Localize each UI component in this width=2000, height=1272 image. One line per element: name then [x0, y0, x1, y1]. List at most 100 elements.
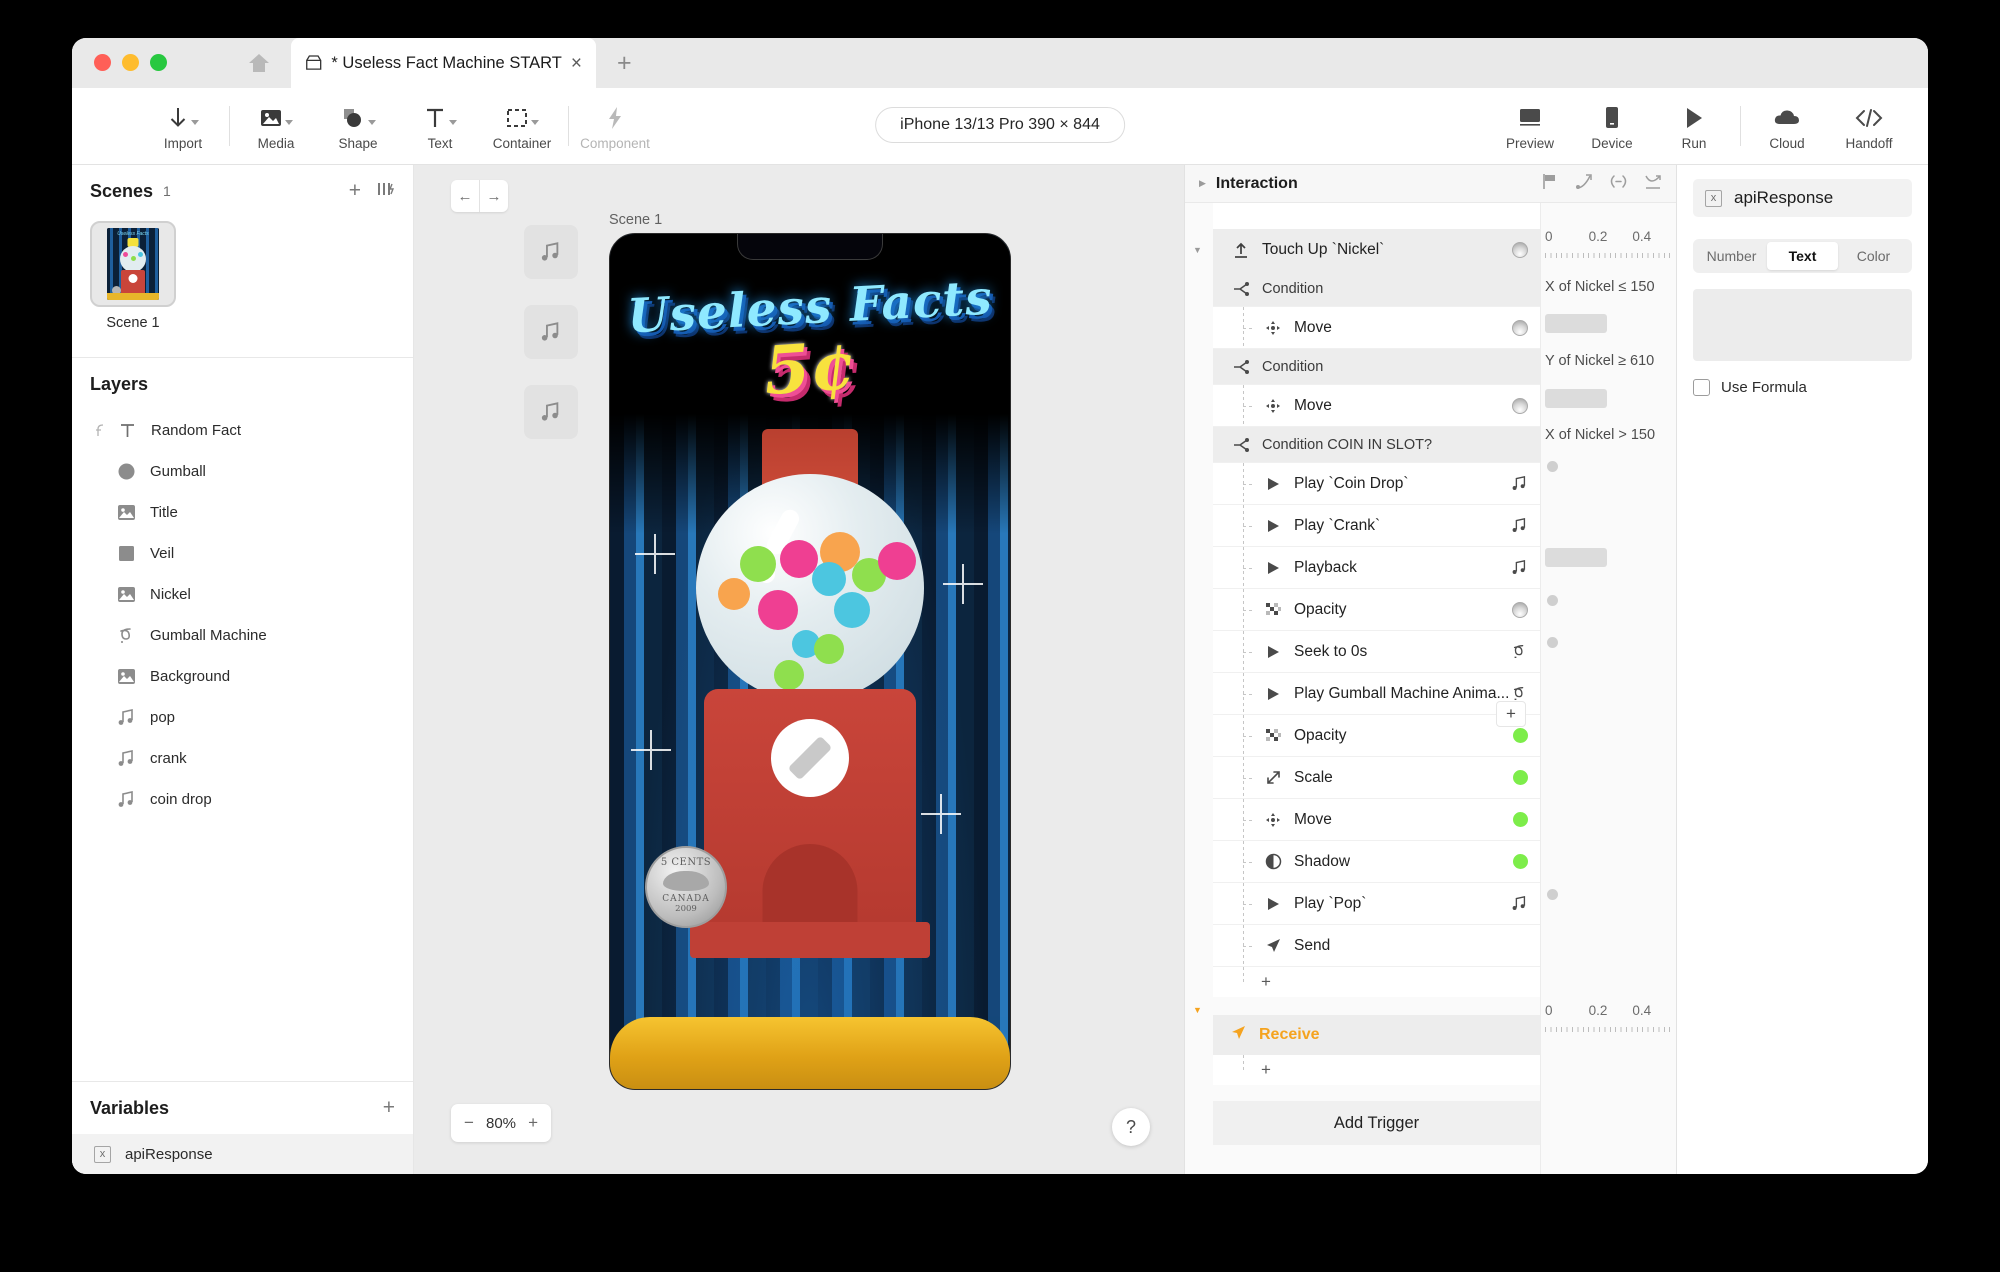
tab-number[interactable]: Number	[1696, 242, 1767, 270]
zoom-in-button[interactable]: +	[528, 1113, 538, 1133]
chevron-right-icon[interactable]: ▶	[1199, 178, 1206, 189]
action-row-opacity-2[interactable]: + Opacity	[1213, 715, 1540, 757]
preview-button[interactable]: Preview	[1489, 88, 1571, 165]
help-button[interactable]: ?	[1112, 1108, 1150, 1146]
timeline-value-bar[interactable]	[1545, 314, 1607, 333]
add-trigger-button[interactable]: Add Trigger	[1213, 1101, 1540, 1145]
timeline-dot[interactable]	[1547, 595, 1558, 606]
action-row-play-gumball-animation[interactable]: Play Gumball Machine Anima...	[1213, 673, 1540, 715]
linked-green-dot[interactable]	[1513, 812, 1528, 827]
layer-row[interactable]: Veil	[72, 533, 413, 574]
layer-row[interactable]: pop	[72, 697, 413, 738]
canvas-area[interactable]: ← → Scene 1 Useless F	[414, 165, 1184, 1174]
easing-sphere-icon[interactable]	[1512, 320, 1528, 336]
layer-row[interactable]: crank	[72, 738, 413, 779]
scene-item[interactable]: Useless Facts Scene 1	[90, 221, 176, 331]
action-row-seek[interactable]: Seek to 0s	[1213, 631, 1540, 673]
timeline-value-bar[interactable]	[1545, 548, 1607, 567]
linked-green-dot[interactable]	[1513, 728, 1528, 743]
layer-row[interactable]: Background	[72, 656, 413, 697]
action-row-send[interactable]: Send	[1213, 925, 1540, 967]
new-tab-button[interactable]: +	[617, 51, 632, 76]
receive-add-plus[interactable]: +	[1261, 1060, 1271, 1080]
receive-trigger-row[interactable]: Receive	[1213, 1015, 1540, 1055]
add-action-button[interactable]: +	[1496, 701, 1526, 727]
action-row-opacity[interactable]: Opacity	[1213, 589, 1540, 631]
layer-row[interactable]: Gumball	[72, 451, 413, 492]
linked-green-dot[interactable]	[1513, 854, 1528, 869]
layer-row[interactable]: coin drop	[72, 779, 413, 820]
tab-color[interactable]: Color	[1838, 242, 1909, 270]
layer-row[interactable]: Random Fact	[72, 410, 413, 451]
action-row-move-2[interactable]: Move	[1213, 799, 1540, 841]
easing-curve-icon[interactable]	[1575, 173, 1592, 195]
media-button[interactable]: Media	[235, 88, 317, 165]
timeline-dot[interactable]	[1547, 461, 1558, 472]
trigger-row-touch-up-nickel[interactable]: Touch Up `Nickel`	[1213, 229, 1540, 271]
collapse-receive-arrow[interactable]: ▼	[1193, 1005, 1202, 1015]
variable-value-input[interactable]	[1693, 289, 1912, 361]
flag-icon[interactable]	[1541, 173, 1558, 195]
home-icon[interactable]	[247, 52, 271, 74]
linked-green-dot[interactable]	[1513, 770, 1528, 785]
shape-button[interactable]: Shape	[317, 88, 399, 165]
maximize-window-button[interactable]	[150, 54, 167, 71]
add-action-row[interactable]: +	[1213, 967, 1540, 997]
layer-row[interactable]: Title	[72, 492, 413, 533]
layer-row[interactable]: Gumball Machine	[72, 615, 413, 656]
columns-icon[interactable]	[377, 181, 395, 202]
close-window-button[interactable]	[94, 54, 111, 71]
nav-back-button[interactable]: ←	[451, 180, 480, 212]
timeline-value-bar[interactable]	[1545, 389, 1607, 408]
nav-forward-button[interactable]: →	[480, 180, 508, 212]
easing-sphere-icon[interactable]	[1512, 398, 1528, 414]
loop-icon[interactable]	[1609, 173, 1628, 195]
layer-row[interactable]: Nickel	[72, 574, 413, 615]
condition-row[interactable]: Condition	[1213, 271, 1540, 307]
audio-tile[interactable]	[524, 385, 578, 439]
add-variable-button[interactable]: +	[383, 1096, 395, 1120]
component-button[interactable]: Component	[574, 88, 656, 165]
audio-tile[interactable]	[524, 305, 578, 359]
easing-sphere-icon[interactable]	[1512, 242, 1528, 258]
variable-row[interactable]: x apiResponse	[72, 1134, 413, 1174]
action-row-scale[interactable]: Scale	[1213, 757, 1540, 799]
action-row-move[interactable]: Move	[1213, 307, 1540, 349]
container-button[interactable]: Container	[481, 88, 563, 165]
easing-sphere-icon[interactable]	[1512, 602, 1528, 618]
document-tab[interactable]: * Useless Fact Machine START ×	[291, 38, 596, 88]
action-row-shadow[interactable]: Shadow	[1213, 841, 1540, 883]
ease-out-icon[interactable]	[1645, 173, 1662, 195]
action-row-playback[interactable]: Playback	[1213, 547, 1540, 589]
use-formula-row[interactable]: Use Formula	[1693, 379, 1912, 396]
condition-row-coin-in-slot[interactable]: Condition COIN IN SLOT?	[1213, 427, 1540, 463]
receive-timeline-ruler: 0 0.2 0.4	[1541, 1003, 1676, 1043]
timeline-dot[interactable]	[1547, 889, 1558, 900]
action-row-play-pop[interactable]: Play `Pop`	[1213, 883, 1540, 925]
cloud-button[interactable]: Cloud	[1746, 88, 1828, 165]
handoff-button[interactable]: Handoff	[1828, 88, 1910, 165]
audio-tile[interactable]	[524, 225, 578, 279]
action-row-play-coin-drop[interactable]: Play `Coin Drop`	[1213, 463, 1540, 505]
minimize-window-button[interactable]	[122, 54, 139, 71]
close-tab-button[interactable]: ×	[571, 54, 582, 73]
action-row-move[interactable]: Move	[1213, 385, 1540, 427]
text-button[interactable]: Text	[399, 88, 481, 165]
device-preview[interactable]: Useless Facts 5¢	[609, 233, 1011, 1090]
timeline-dot[interactable]	[1547, 637, 1558, 648]
run-button[interactable]: Run	[1653, 88, 1735, 165]
collapse-trigger-arrow[interactable]: ▼	[1193, 245, 1202, 255]
device-button[interactable]: Device	[1571, 88, 1653, 165]
action-row-play-crank[interactable]: Play `Crank`	[1213, 505, 1540, 547]
zoom-out-button[interactable]: −	[464, 1113, 474, 1133]
receive-add-action-row[interactable]: +	[1213, 1055, 1540, 1085]
use-formula-checkbox[interactable]	[1693, 379, 1710, 396]
scene-thumbnail[interactable]: Useless Facts	[90, 221, 176, 307]
add-action-plus[interactable]: +	[1261, 972, 1271, 992]
condition-row[interactable]: Condition	[1213, 349, 1540, 385]
add-scene-button[interactable]: +	[349, 179, 361, 203]
tab-text[interactable]: Text	[1767, 242, 1838, 270]
nickel-coin[interactable]: 5 CENTS CANADA 2009	[645, 846, 727, 928]
import-button[interactable]: Import	[142, 88, 224, 165]
device-selector[interactable]: iPhone 13/13 Pro 390 × 844	[875, 107, 1125, 143]
